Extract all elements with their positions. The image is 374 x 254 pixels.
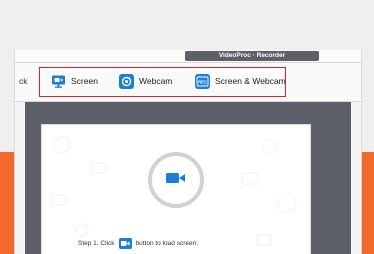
back-button-label[interactable]: ck (19, 76, 28, 86)
title-bar: VideoProc · Recorder (15, 50, 361, 63)
screen-and-webcam-mode-label: Screen & Webcam (215, 76, 286, 86)
webcam-mode-button[interactable]: Webcam (119, 73, 172, 89)
video-camera-icon (166, 171, 186, 190)
webcam-mode-label: Webcam (139, 76, 173, 86)
screen-mode-label: Screen (71, 76, 98, 86)
mode-toolbar: ck Screen Webcam REC Screen & Webcam (15, 63, 361, 102)
step-1-suffix: button to load screen; (135, 240, 199, 247)
screen-mode-button[interactable]: Screen (51, 73, 98, 89)
svg-text:REC: REC (198, 79, 207, 84)
inline-screen-icon (118, 238, 132, 249)
step-1-instruction: Step 1. Click button to load screen; (78, 238, 198, 249)
recorder-window: VideoProc · Recorder ck Screen Webcam RE… (14, 50, 362, 254)
rec-icon: REC (195, 73, 210, 89)
recording-area: Step 1. Click button to load screen; (25, 102, 351, 254)
webcam-icon (119, 73, 134, 89)
monitor-camera-icon (51, 74, 66, 89)
window-title: VideoProc · Recorder (185, 51, 319, 61)
step-1-prefix: Step 1. Click (78, 240, 115, 247)
record-button[interactable] (148, 152, 204, 208)
screenshot-scene: VideoProc · Recorder ck Screen Webcam RE… (0, 0, 374, 254)
screen-and-webcam-mode-button[interactable]: REC Screen & Webcam (195, 73, 286, 89)
preview-panel: Step 1. Click button to load screen; (41, 124, 311, 254)
